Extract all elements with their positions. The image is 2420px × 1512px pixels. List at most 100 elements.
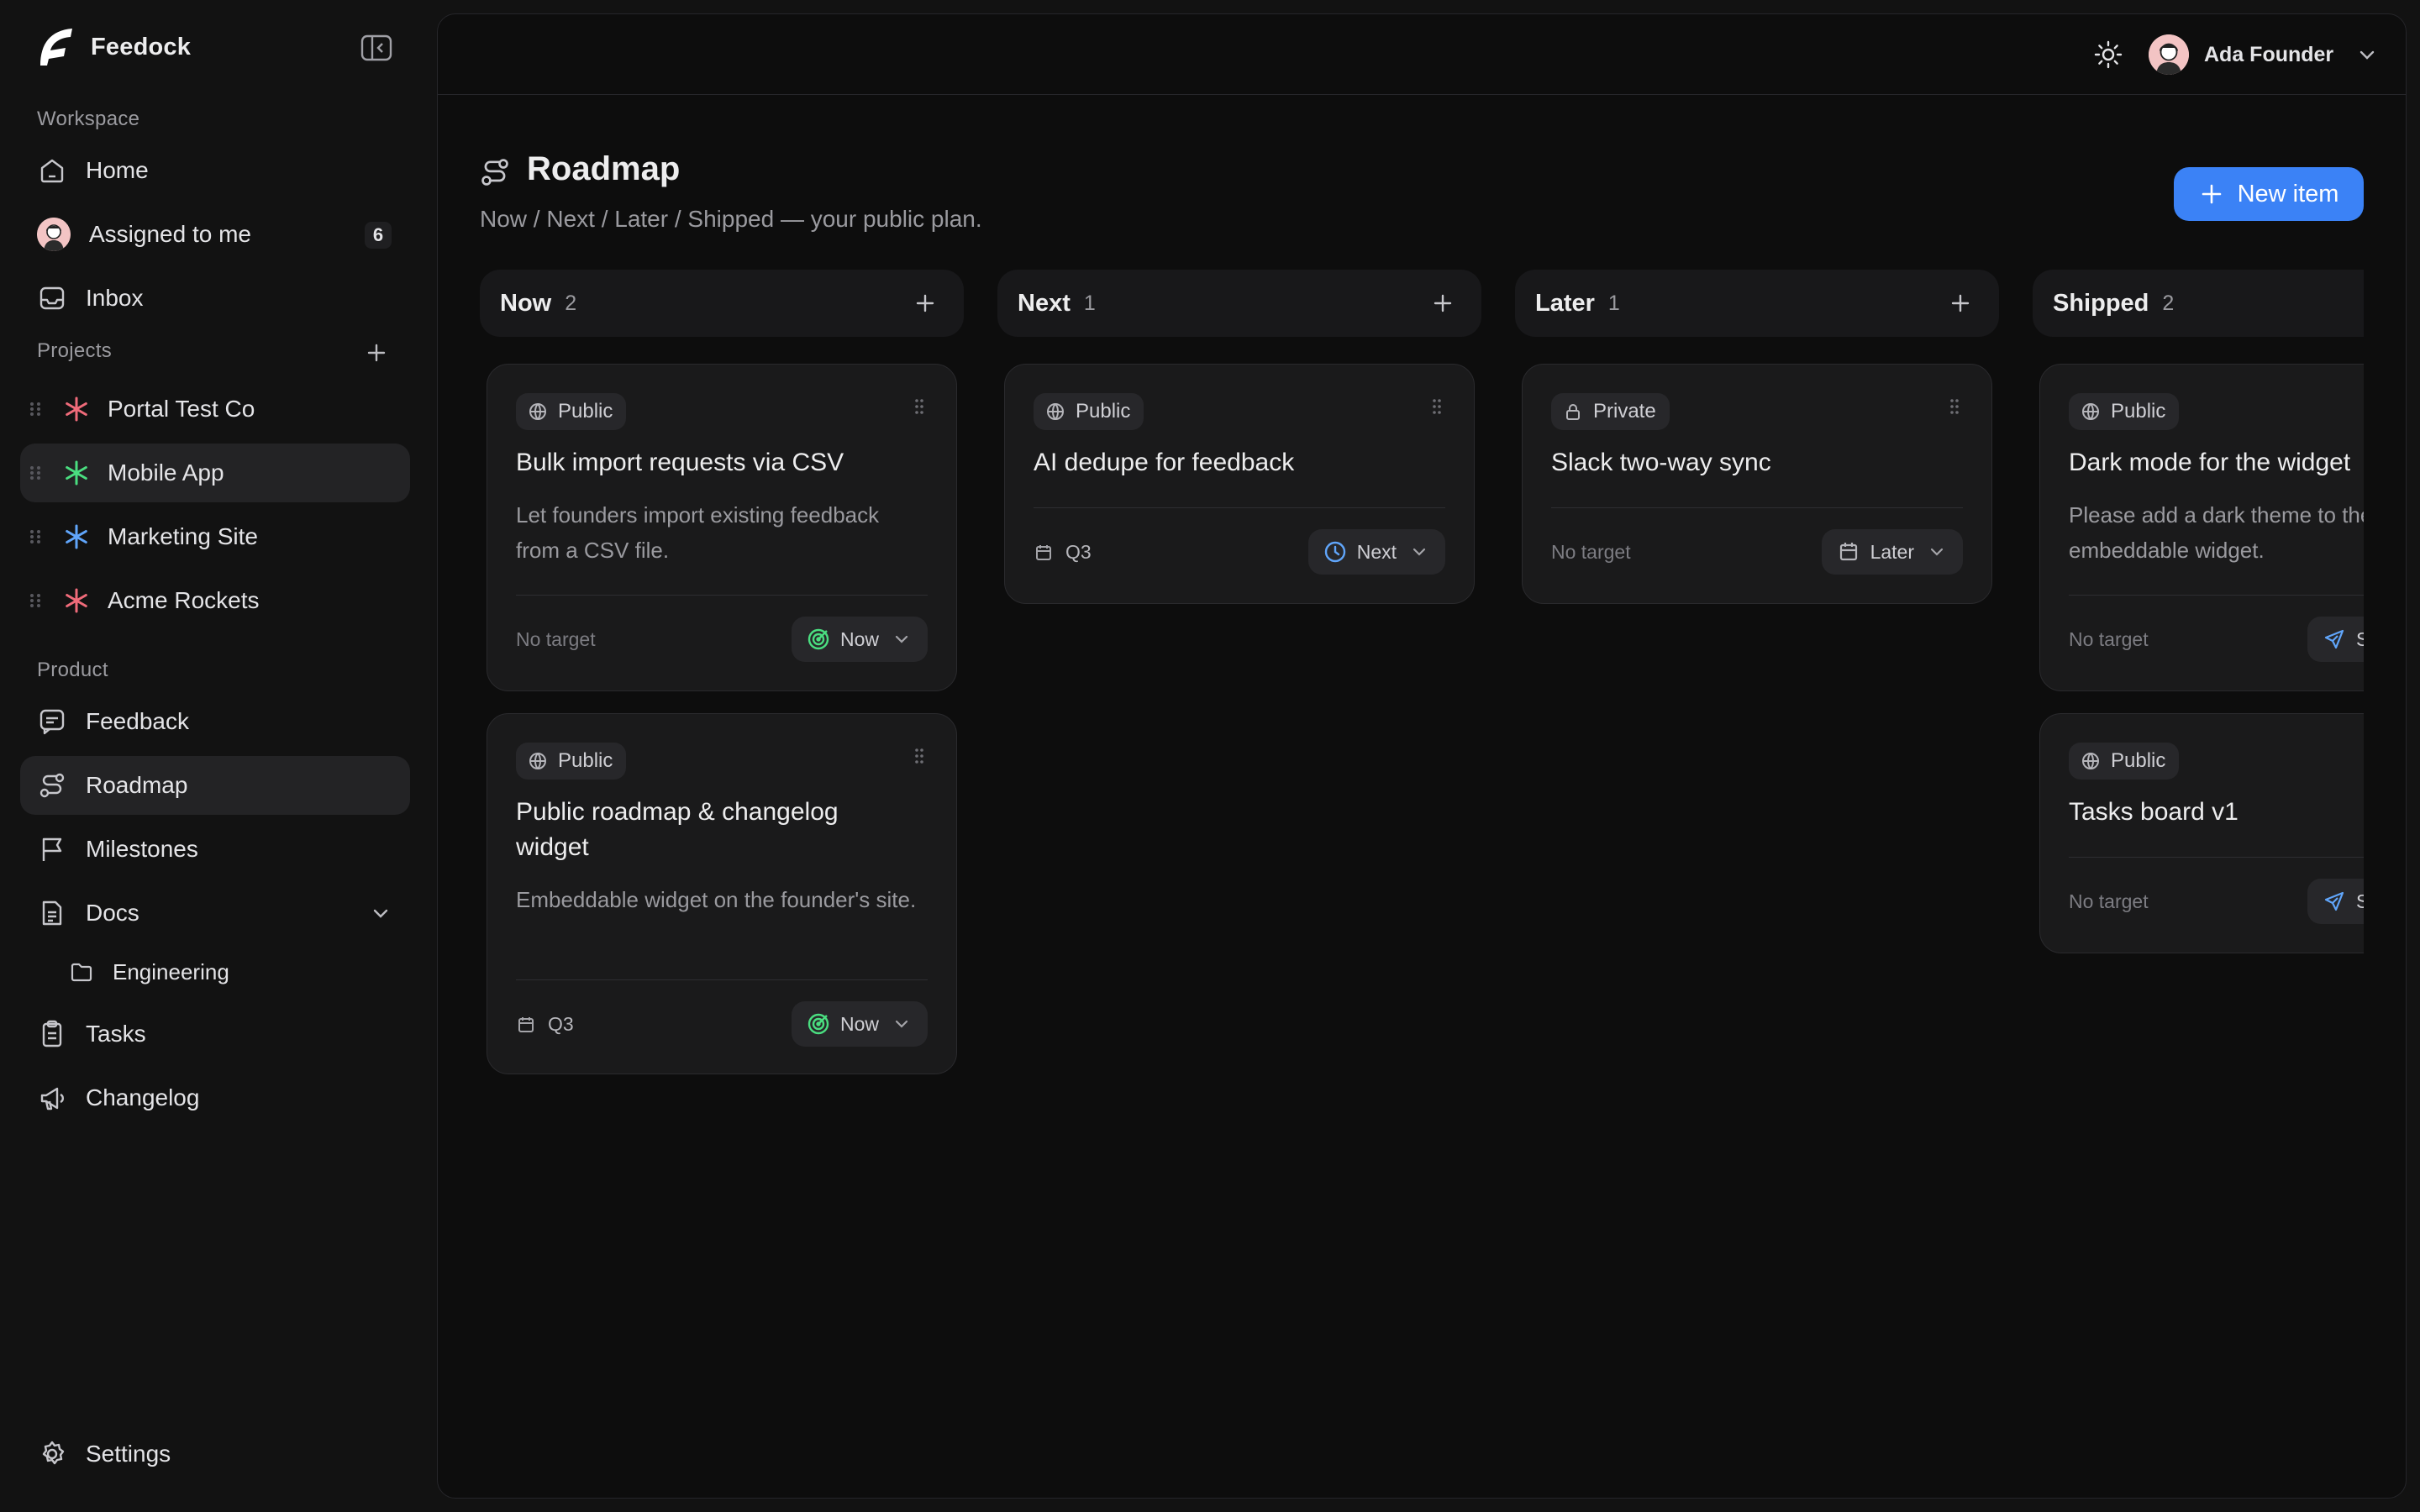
project-label: Acme Rockets (108, 587, 260, 613)
folder-icon (71, 963, 92, 982)
visibility-label: Public (2111, 749, 2166, 772)
status-dropdown[interactable]: Now (791, 1001, 928, 1047)
status-dropdown[interactable]: Later (1821, 529, 1963, 575)
nav-settings-label: Settings (86, 1441, 171, 1467)
column-name: Shipped (2053, 289, 2149, 317)
target-icon (808, 628, 829, 650)
page-title: Roadmap (527, 150, 681, 187)
nav-docs[interactable]: Docs (20, 884, 410, 942)
card-title: Public roadmap & changelog widget (516, 798, 839, 861)
nav-docs-label: Docs (86, 900, 139, 926)
card-target: No target (1551, 541, 1631, 564)
home-icon (40, 159, 64, 183)
nav-settings[interactable]: Settings (20, 1425, 410, 1483)
drag-handle-icon[interactable] (27, 525, 44, 549)
roadmap-card[interactable]: Public AI dedupe for feedback Q3 Next (1004, 364, 1475, 604)
card-target: No target (516, 628, 596, 651)
globe-icon (2082, 753, 2099, 769)
column-header: Now 2 (480, 270, 964, 337)
new-item-button[interactable]: New item (2174, 167, 2364, 221)
status-label: Next (1356, 540, 1397, 563)
project-mobile-app[interactable]: Mobile App (20, 444, 410, 502)
nav-inbox-label: Inbox (86, 285, 144, 311)
drag-handle-icon[interactable] (27, 461, 44, 485)
drag-handle-icon[interactable] (913, 746, 926, 766)
target-label: Q3 (548, 1013, 574, 1035)
add-card-icon[interactable] (1947, 290, 1974, 317)
target-label: No target (1551, 541, 1631, 563)
status-label: Now (839, 627, 879, 650)
doc-icon (42, 900, 62, 926)
nav-milestones[interactable]: Milestones (20, 820, 410, 879)
nav-changelog[interactable]: Changelog (20, 1068, 410, 1127)
project-acme-rockets[interactable]: Acme Rockets (20, 571, 410, 630)
nav-home[interactable]: Home (20, 141, 410, 200)
status-dropdown[interactable]: Shipped (2307, 879, 2364, 924)
column-header: Later 1 (1515, 270, 1999, 337)
status-label: Later (1870, 540, 1914, 563)
nav-feedback[interactable]: Feedback (20, 692, 410, 751)
visibility-badge: Public (516, 393, 627, 430)
nav-assigned-label: Assigned to me (89, 221, 251, 247)
globe-icon (2082, 403, 2099, 420)
project-asterisk-icon (66, 396, 87, 422)
chevron-down-icon (1930, 548, 1944, 556)
add-card-icon[interactable] (912, 290, 939, 317)
chevron-down-icon (2360, 50, 2375, 60)
roadmap-card[interactable]: Private Slack two-way sync No target Lat… (1522, 364, 1992, 604)
avatar (37, 218, 71, 251)
calendar-icon (1839, 543, 1857, 561)
drag-handle-icon[interactable] (1948, 396, 1961, 417)
globe-icon (529, 753, 546, 769)
chevron-down-icon[interactable] (370, 902, 392, 924)
drag-handle-icon[interactable] (1430, 396, 1444, 417)
assigned-count-badge: 6 (365, 222, 392, 249)
status-dropdown[interactable]: Now (791, 617, 928, 662)
nav-engineering-label: Engineering (113, 958, 229, 984)
column-name: Now (500, 289, 552, 317)
project-marketing-site[interactable]: Marketing Site (20, 507, 410, 566)
add-project-icon[interactable] (363, 339, 390, 366)
nav-tasks[interactable]: Tasks (20, 1005, 410, 1063)
card-divider (2069, 857, 2364, 858)
product-heading: Product (37, 659, 108, 681)
nav-assigned[interactable]: Assigned to me 6 (20, 205, 410, 264)
project-portal-test-co[interactable]: Portal Test Co (20, 380, 410, 438)
projects-heading: Projects (37, 339, 113, 362)
chevron-down-icon (895, 635, 908, 643)
add-card-icon[interactable] (1429, 290, 1456, 317)
status-dropdown[interactable]: Next (1307, 529, 1445, 575)
drag-handle-icon[interactable] (27, 589, 44, 612)
visibility-label: Private (1593, 400, 1656, 423)
target-label: No target (2069, 890, 2149, 912)
status-dropdown[interactable]: Shipped (2307, 617, 2364, 662)
plus-icon (2202, 184, 2221, 204)
brand[interactable]: Feedock (37, 25, 191, 69)
chevron-down-icon (895, 1020, 908, 1028)
roadmap-card[interactable]: Public Dark mode for the widget Please a… (2039, 364, 2364, 691)
card-divider (516, 979, 928, 980)
status-label: Shipped (2356, 628, 2364, 651)
roadmap-card[interactable]: Public Public roadmap & changelog widget… (487, 713, 957, 1074)
column-later: Later 1 Private Slack two-way sync No ta… (1515, 270, 1999, 604)
target-label: No target (516, 628, 596, 650)
card-target: Q3 (1034, 541, 1092, 564)
theme-toggle-sun-icon[interactable] (2093, 39, 2123, 70)
drag-handle-icon[interactable] (27, 397, 44, 421)
collapse-sidebar-icon[interactable] (360, 34, 393, 62)
user-name: Ada Founder (2204, 42, 2334, 66)
card-title: Slack two-way sync (1551, 449, 1771, 476)
user-menu[interactable]: Ada Founder (2149, 33, 2377, 76)
project-asterisk-icon (66, 524, 87, 549)
drag-handle-icon[interactable] (913, 396, 926, 417)
clock-icon (1324, 541, 1345, 563)
project-label: Marketing Site (108, 523, 258, 549)
card-target: Q3 (516, 1013, 574, 1036)
roadmap-card[interactable]: Public Bulk import requests via CSV Let … (487, 364, 957, 691)
roadmap-card[interactable]: Public Tasks board v1 No target Shipped (2039, 713, 2364, 953)
nav-engineering[interactable]: Engineering (52, 944, 410, 1000)
nav-tasks-label: Tasks (86, 1021, 146, 1047)
nav-inbox[interactable]: Inbox (20, 269, 410, 328)
app-name: Feedock (91, 33, 192, 60)
nav-roadmap[interactable]: Roadmap (20, 756, 410, 815)
